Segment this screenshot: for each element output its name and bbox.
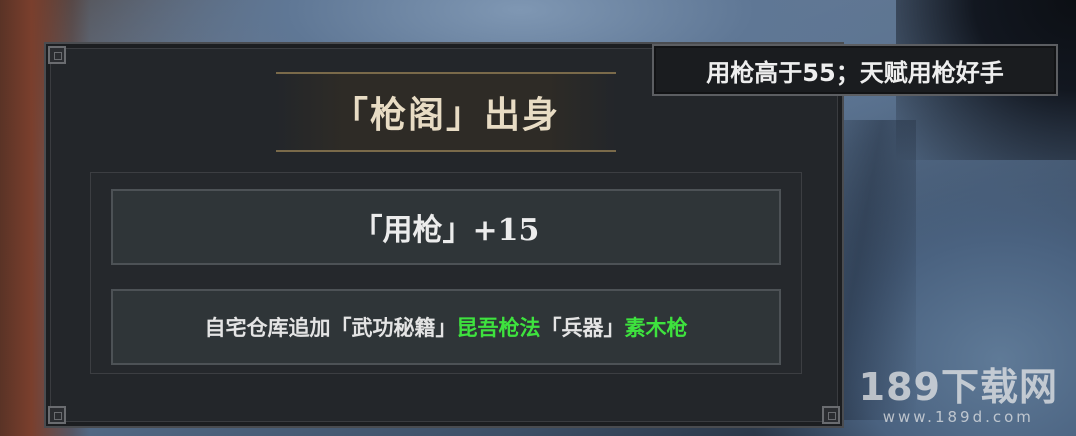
reward-weapon: 素木枪 <box>624 315 688 340</box>
reward-row: 自宅仓库追加「武功秘籍」 昆吾枪法 「兵器」 素木枪 <box>111 289 781 365</box>
requirement-text: 用枪高于55；天赋用枪好手 <box>706 58 1004 87</box>
requirement-tag: 用枪高于55；天赋用枪好手 <box>652 44 1058 96</box>
origin-tooltip-panel: 「枪阁」出身 「用枪」+15 自宅仓库追加「武功秘籍」 昆吾枪法 「兵器」 素木枪 <box>44 42 844 428</box>
stat-bonus-row: 「用枪」+15 <box>111 189 781 265</box>
origin-title-banner: 「枪阁」出身 <box>276 72 616 152</box>
corner-ornament-icon <box>48 46 66 64</box>
corner-ornament-icon <box>822 406 840 424</box>
origin-title: 「枪阁」出身 <box>331 94 560 136</box>
watermark-url: www.189d.com <box>882 408 1034 426</box>
reward-mid: 「兵器」 <box>540 315 625 340</box>
origin-effects-box: 「用枪」+15 自宅仓库追加「武功秘籍」 昆吾枪法 「兵器」 素木枪 <box>90 172 802 374</box>
stat-bonus-text: 「用枪」+15 <box>352 213 540 248</box>
watermark: 189下载网 www.189d.com <box>859 366 1058 426</box>
corner-ornament-icon <box>48 406 66 424</box>
reward-skill-book: 昆吾枪法 <box>456 315 541 340</box>
reward-prefix: 自宅仓库追加「武功秘籍」 <box>204 315 457 340</box>
watermark-main: 189下载网 <box>858 365 1058 409</box>
